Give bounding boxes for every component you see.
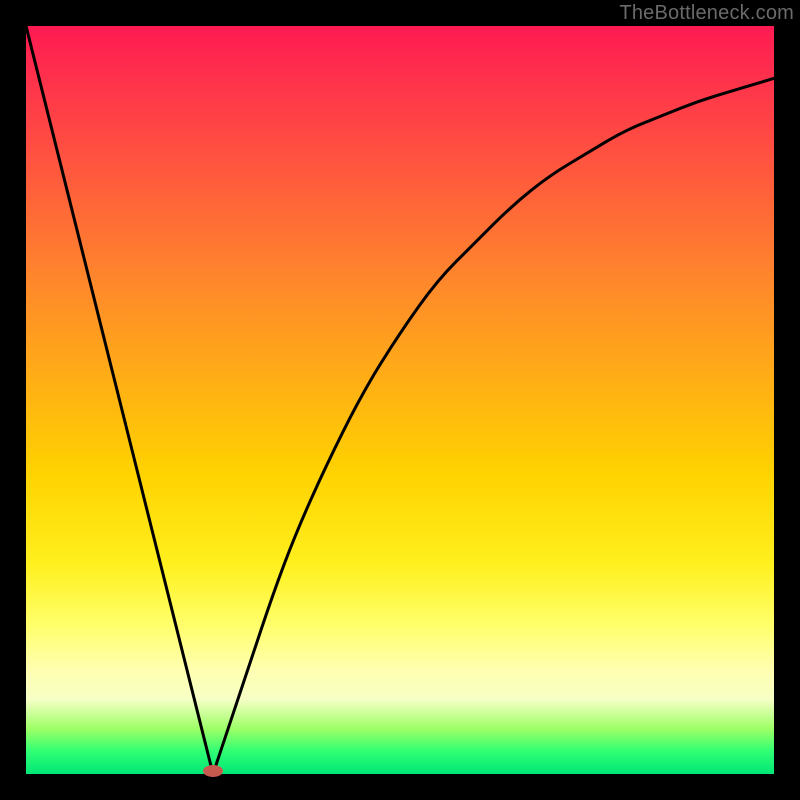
- plot-area: [26, 26, 774, 774]
- bottleneck-curve: [26, 26, 774, 774]
- watermark-text: TheBottleneck.com: [619, 2, 794, 25]
- minimum-marker: [203, 765, 223, 777]
- chart-frame: TheBottleneck.com: [0, 0, 800, 800]
- curve-layer: [26, 26, 774, 774]
